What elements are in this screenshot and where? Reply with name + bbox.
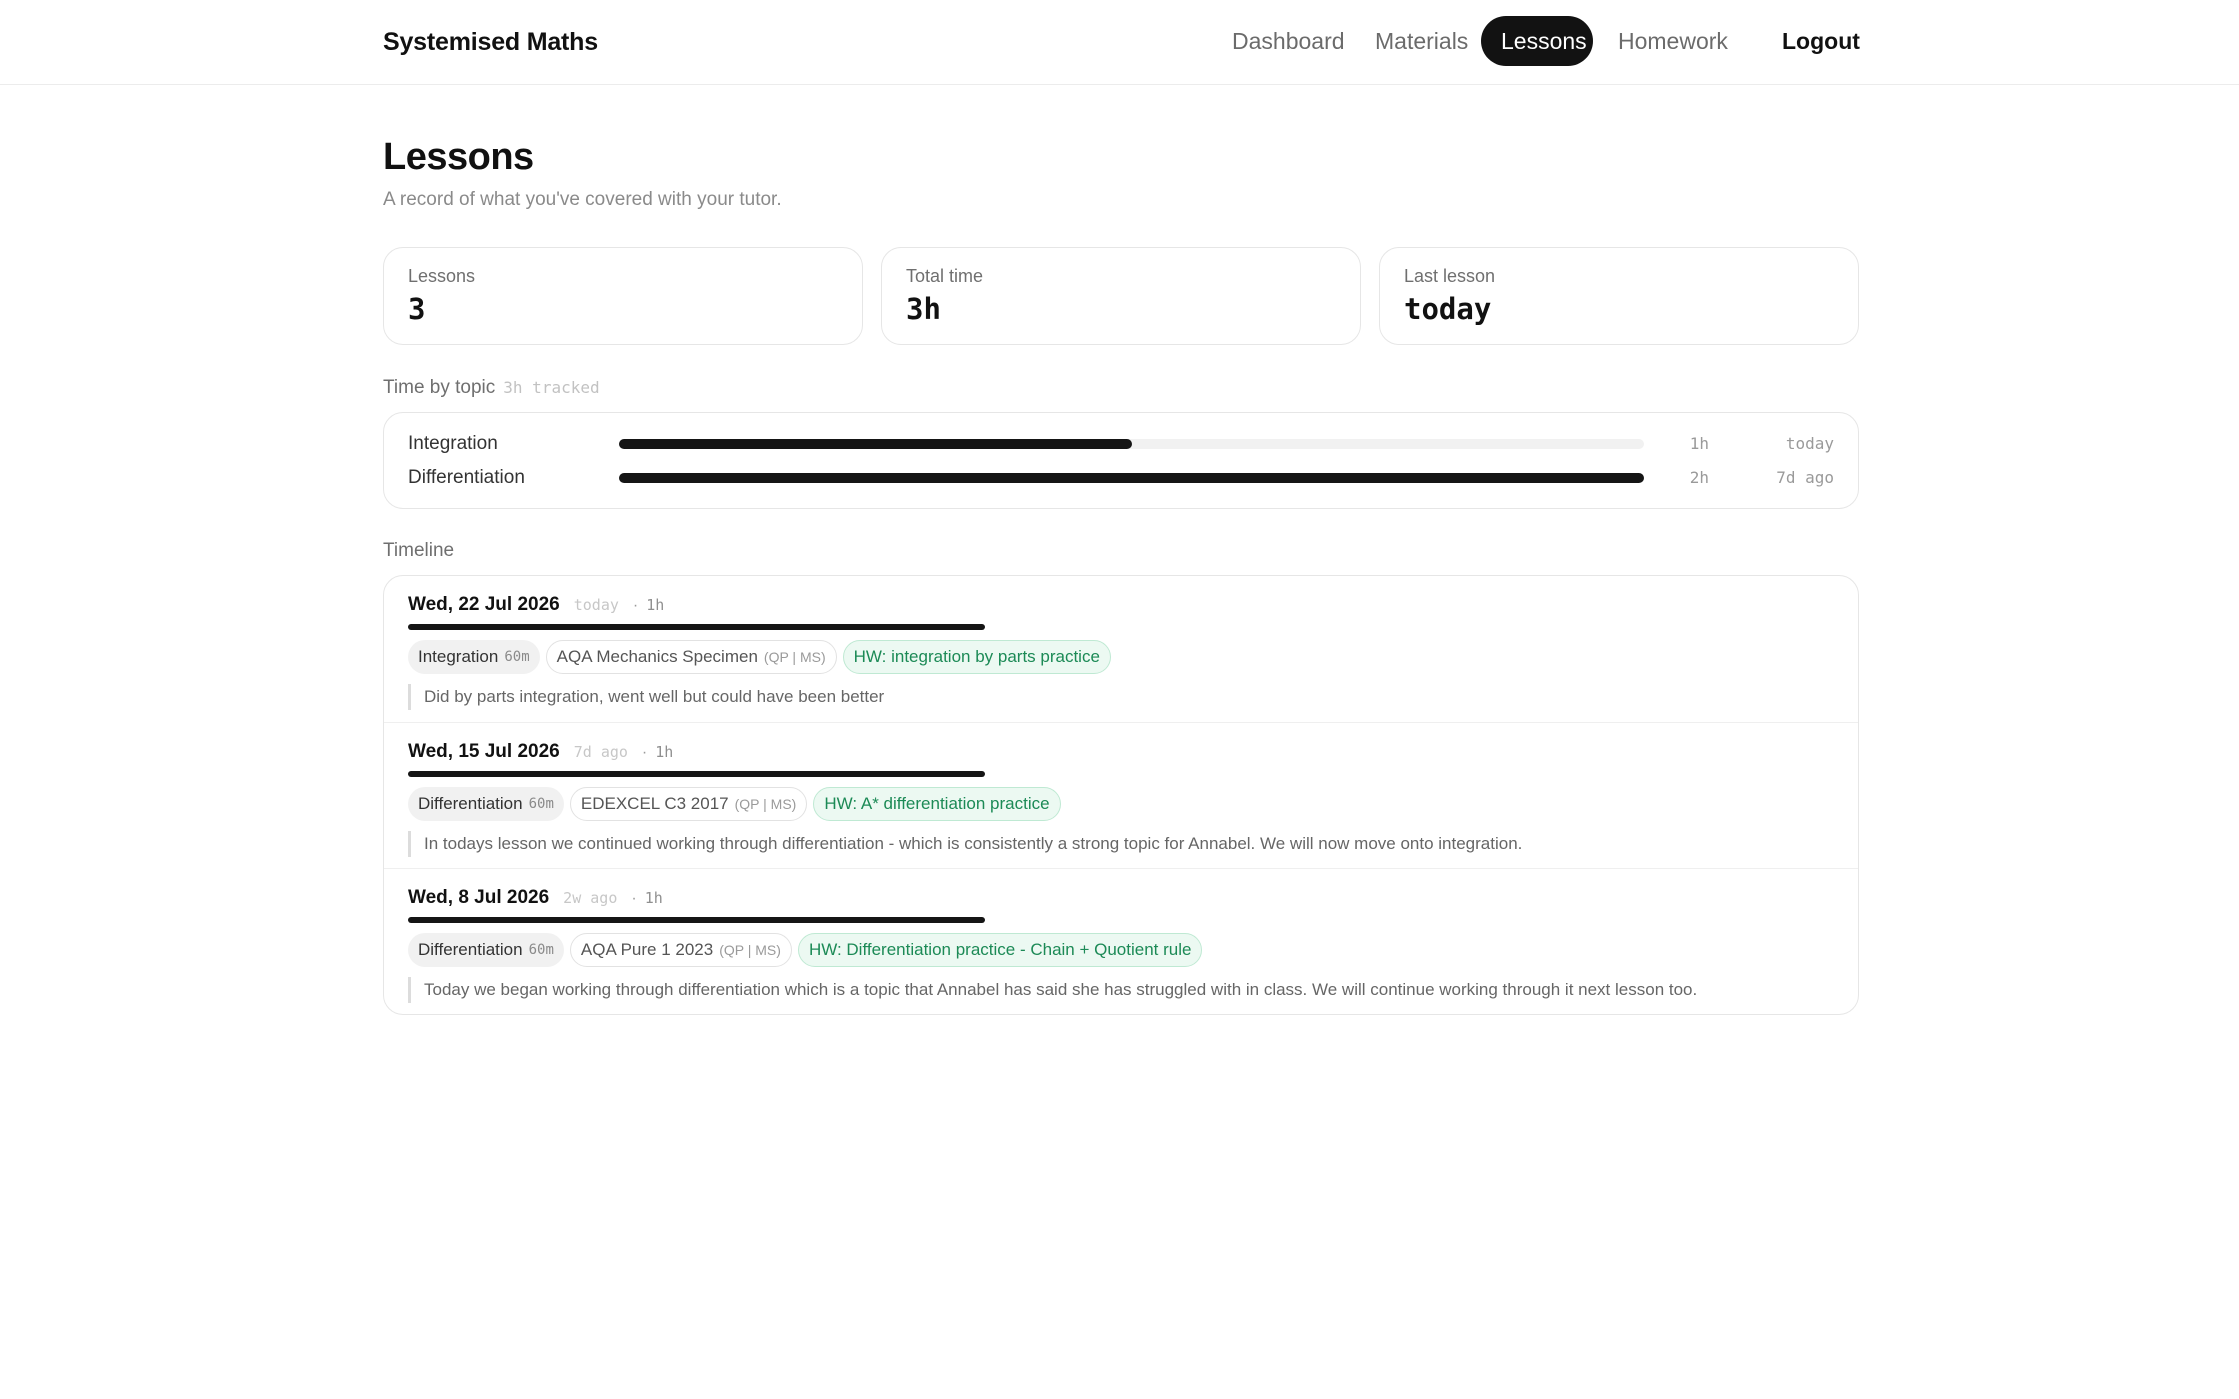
nav-dashboard[interactable]: Dashboard [1212,16,1352,66]
lesson-duration-bar [408,917,985,923]
nav-homework[interactable]: Homework [1598,16,1734,66]
stat-value: 3h [906,292,941,326]
topic-name: Integration [408,433,498,454]
stat-label: Total time [906,266,984,286]
topic-chip-label: Differentiation [418,794,523,813]
lesson-note: Did by parts integration, went well but … [408,684,884,710]
tracked-total: 3h tracked [503,378,600,397]
logout-button[interactable]: Logout [1762,16,1860,66]
lesson-note: In todays lesson we continued working th… [408,831,1522,857]
topic-row-integration: Integration 1h today [384,432,1858,456]
homework-chip[interactable]: HW: A* differentiation practice [813,787,1061,821]
timeline-heading: Timeline [383,540,455,561]
topic-chip-label: Integration [418,647,499,666]
topic-chip: Differentiation 60m [408,787,564,821]
lesson-note: Today we began working through different… [408,977,1697,1003]
topic-chip: Differentiation 60m [408,933,564,967]
topic-bar-track [619,439,1644,449]
separator-dot: · [632,597,639,614]
topic-bar-fill [619,439,1132,449]
lesson-duration: 1h [646,596,665,614]
lesson-chips: Differentiation 60m AQA Pure 1 2023 (QP | … [408,933,1203,967]
paper-links[interactable]: (QP | MS) [735,796,797,812]
lesson-entry: Wed, 8 Jul 2026 2w ago · 1h Differentiation… [384,868,1858,1014]
topic-name: Differentiation [408,467,525,488]
nav-materials[interactable]: Materials [1355,16,1480,66]
topic-chip: Integration 60m [408,640,540,674]
brand-logo-text[interactable]: Systemised Maths [383,28,598,57]
topic-chip-minutes: 60m [528,796,554,812]
paper-chip-label[interactable]: AQA Mechanics Specimen [557,647,758,667]
separator-dot: · [641,744,648,761]
lesson-chips: Differentiation 60m EDEXCEL C3 2017 (QP | … [408,787,1061,821]
homework-chip[interactable]: HW: Differentiation practice - Chain + Q… [797,933,1203,967]
stat-card-lessons: Lessons 3 [383,247,863,345]
lesson-ago: 7d ago [573,743,628,761]
top-navigation-bar: Systemised Maths Dashboard Materials Les… [0,0,2239,85]
topic-hours: 2h [1689,468,1709,487]
lesson-header: Wed, 15 Jul 2026 7d ago · 1h [408,739,673,765]
paper-chip[interactable]: AQA Mechanics Specimen (QP | MS) [545,640,837,674]
section-title: Time by topic [383,377,496,398]
lesson-duration-bar [408,624,985,630]
time-by-topic-heading: Time by topic 3h tracked [383,377,600,399]
stat-label: Lessons [408,266,476,286]
nav-lessons[interactable]: Lessons [1481,16,1593,66]
topic-bar-fill [619,473,1644,483]
lesson-chips: Integration 60m AQA Mechanics Specimen (QP… [408,640,1111,674]
lesson-ago: 2w ago [563,889,618,907]
lesson-header: Wed, 22 Jul 2026 today · 1h [408,592,664,618]
page-title: Lessons [383,136,534,178]
stat-value: today [1404,292,1492,326]
paper-chip[interactable]: EDEXCEL C3 2017 (QP | MS) [569,787,808,821]
separator-dot: · [631,890,637,907]
lesson-header: Wed, 8 Jul 2026 2w ago · 1h [408,885,663,911]
lesson-date: Wed, 22 Jul 2026 [408,594,560,615]
stat-card-last-lesson: Last lesson today [1379,247,1859,345]
time-by-topic-card: Integration 1h today Differentiation 2h … [383,412,1859,509]
homework-chip[interactable]: HW: integration by parts practice [842,640,1111,674]
paper-chip[interactable]: AQA Pure 1 2023 (QP | MS) [569,933,792,967]
topic-bar-track [619,473,1644,483]
paper-chip-label[interactable]: AQA Pure 1 2023 [581,940,713,960]
lesson-date: Wed, 15 Jul 2026 [408,741,560,762]
paper-links[interactable]: (QP | MS) [719,942,781,958]
topic-last-seen: today [1785,434,1834,453]
lesson-duration-bar [408,771,985,777]
lesson-entry: Wed, 22 Jul 2026 today · 1h Integration 60m … [384,576,1858,723]
topic-row-differentiation: Differentiation 2h 7d ago [384,466,1858,490]
lesson-duration: 1h [644,889,663,907]
paper-chip-label[interactable]: EDEXCEL C3 2017 [581,794,729,814]
topic-chip-minutes: 60m [504,649,530,665]
lesson-ago: today [573,596,619,614]
topic-hours: 1h [1689,434,1709,453]
topic-last-seen: 7d ago [1776,468,1834,487]
topic-chip-minutes: 60m [528,942,554,958]
lesson-entry: Wed, 15 Jul 2026 7d ago · 1h Differentiatio… [384,722,1858,869]
lesson-duration: 1h [655,743,674,761]
stat-label: Last lesson [1404,266,1496,286]
stat-card-total-time: Total time 3h [881,247,1361,345]
timeline-card: Wed, 22 Jul 2026 today · 1h Integration 60m … [383,575,1859,1015]
stat-value: 3 [408,292,426,326]
lesson-date: Wed, 8 Jul 2026 [408,887,550,908]
paper-links[interactable]: (QP | MS) [764,649,826,665]
page-subtitle: A record of what you've covered with you… [383,189,782,210]
topic-chip-label: Differentiation [418,940,523,959]
